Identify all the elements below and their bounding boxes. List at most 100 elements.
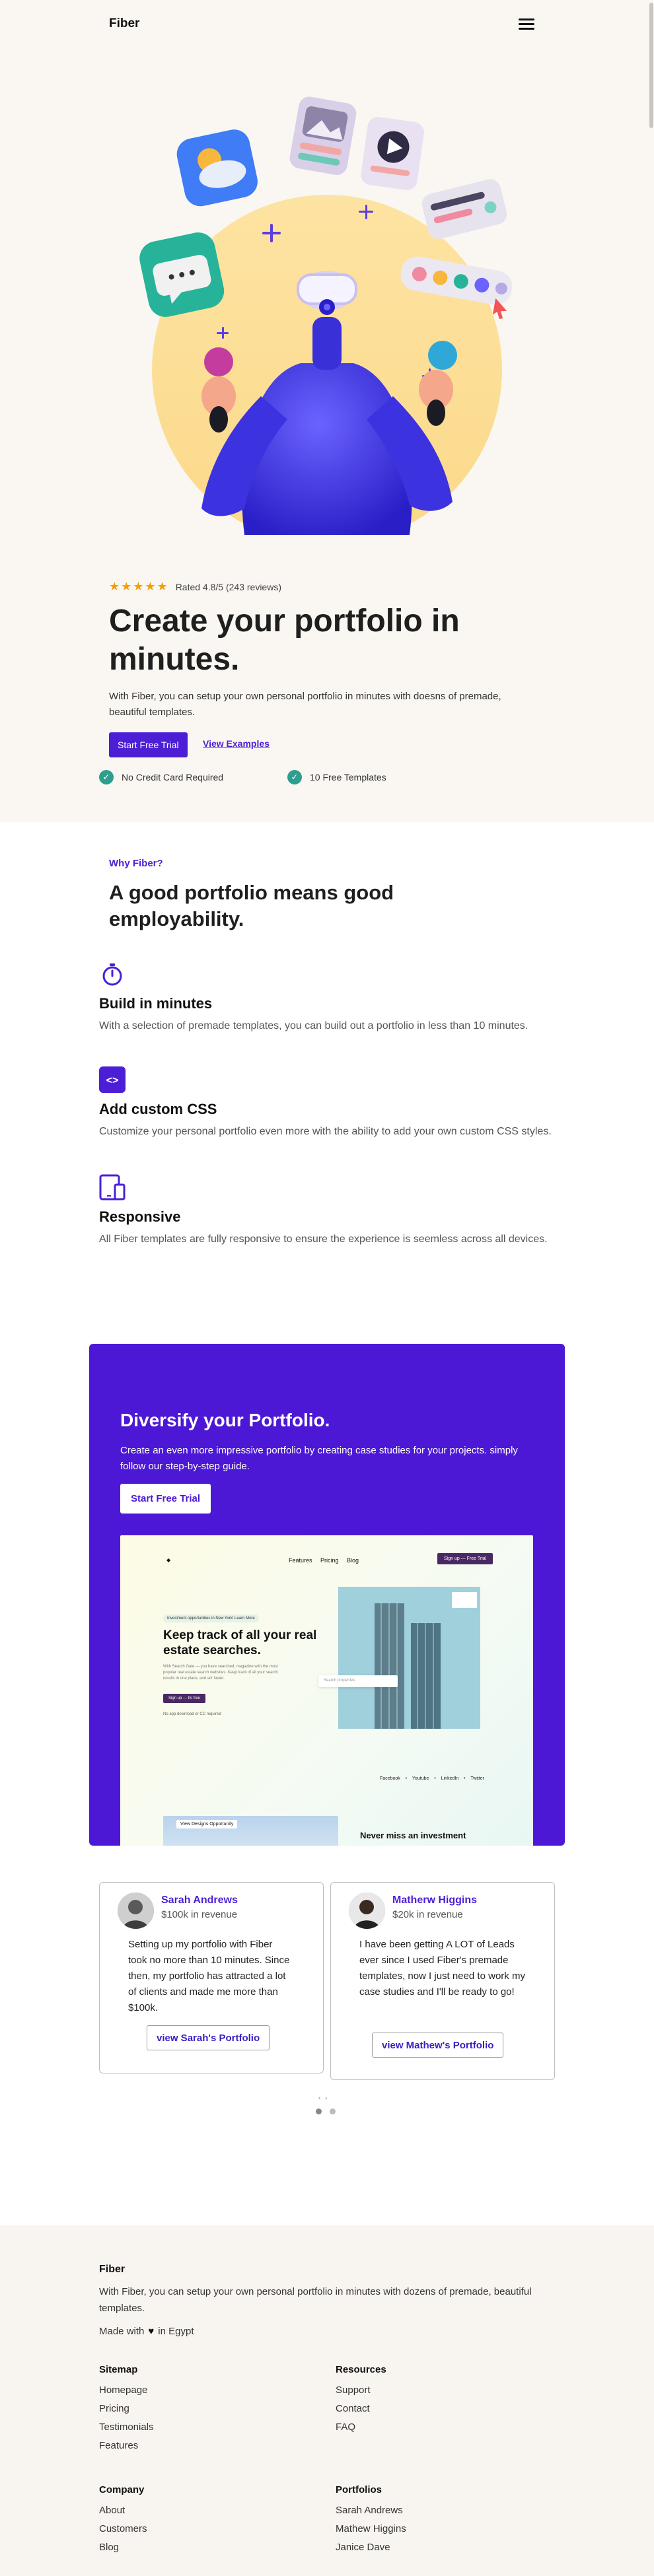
testimonial-revenue: $20k in revenue <box>392 1909 463 1920</box>
feature-title: Add custom CSS <box>99 1101 217 1117</box>
mockup-headline: Keep track of all your real estate searc… <box>163 1628 317 1657</box>
mockup-note: No app download or CC required <box>163 1712 221 1716</box>
hamburger-icon[interactable] <box>519 18 534 30</box>
footer-link[interactable]: Features <box>99 2440 297 2451</box>
testimonial-quote: I have been getting A LOT of Leads ever … <box>359 1939 525 1998</box>
footer-column-company: Company About Customers Blog <box>99 2484 297 2560</box>
mockup-pill: Investment opportunities in New York! Le… <box>163 1615 259 1622</box>
why-section: Why Fiber? A good portfolio means good e… <box>0 822 654 1344</box>
made-prefix: Made with <box>99 2326 145 2337</box>
hero-illustration <box>139 96 513 535</box>
check-label: 10 Free Templates <box>310 772 386 783</box>
feature-text: All Fiber templates are fully responsive… <box>99 1234 548 1245</box>
play-card-icon <box>361 117 424 190</box>
devices-icon <box>99 1174 126 1201</box>
stopwatch-icon <box>99 961 126 987</box>
start-free-trial-button[interactable]: Start Free Trial <box>120 1484 211 1514</box>
view-portfolio-button[interactable]: view Sarah's Portfolio <box>147 2025 270 2050</box>
footer-link[interactable]: Contact <box>336 2403 534 2414</box>
testimonial-card: Matherw Higgins $20k in revenue I have b… <box>330 1882 555 2080</box>
feature-responsive: Responsive All Fiber templates are fully… <box>99 1174 555 1248</box>
testimonial-name[interactable]: Matherw Higgins <box>392 1895 477 1906</box>
cloud-card-icon <box>176 129 258 207</box>
rating: ★★★★★ Rated 4.8/5 (243 reviews) <box>109 580 281 594</box>
heart-icon: ♥ <box>148 2326 155 2337</box>
footer: Fiber With Fiber, you can setup your own… <box>0 2225 654 2576</box>
testimonial-quote: Setting up my portfolio with Fiber took … <box>128 1939 290 2013</box>
scrollbar-thumb[interactable] <box>649 3 653 128</box>
star-rating-icon: ★★★★★ <box>109 580 169 593</box>
footer-brand: Fiber <box>99 2264 126 2275</box>
footer-link[interactable]: Pricing <box>99 2403 297 2414</box>
footer-column-title: Sitemap <box>99 2364 138 2375</box>
testimonial-card: Sarah Andrews $100k in revenue Setting u… <box>99 1882 324 2073</box>
check-label: No Credit Card Required <box>122 772 224 783</box>
footer-column-resources: Resources Support Contact FAQ <box>336 2364 534 2440</box>
made-suffix: in Egypt <box>158 2326 194 2337</box>
testimonial-name[interactable]: Sarah Andrews <box>161 1895 238 1906</box>
carousel-dot[interactable] <box>330 2108 336 2114</box>
avatar <box>118 1893 154 1929</box>
footer-link[interactable]: Customers <box>99 2523 297 2534</box>
mockup-image-badge: View Designs Opportunity <box>176 1820 238 1828</box>
hero-lead: With Fiber, you can setup your own perso… <box>109 691 501 718</box>
top-nav: Fiber <box>0 0 654 49</box>
why-title: A good portfolio means good employabilit… <box>109 881 394 930</box>
portfolio-mockup-screenshot: ◆ Features Pricing Blog Sign up — Free T… <box>120 1535 533 1846</box>
carousel-dots <box>316 2108 336 2114</box>
testimonial-revenue: $100k in revenue <box>161 1909 238 1920</box>
footer-link[interactable]: Homepage <box>99 2385 297 2396</box>
avatar <box>349 1893 385 1929</box>
carousel-arrows-icon[interactable]: ‹ › <box>318 2095 327 2102</box>
scrollbar[interactable] <box>649 0 654 132</box>
mockup-social-links: Facebook • Youtube • LinkedIn • Twitter <box>380 1776 485 1781</box>
check-circle-icon: ✓ <box>287 770 302 784</box>
footer-column-portfolios: Portfolios Sarah Andrews Mathew Higgins … <box>336 2484 534 2560</box>
view-examples-link[interactable]: View Examples <box>203 738 270 749</box>
made-with: Made with ♥ in Egypt <box>99 2326 194 2337</box>
check-circle-icon: ✓ <box>99 770 114 784</box>
diversify-section: Diversify your Portfolio. Create an even… <box>0 1344 654 1882</box>
testimonials-section: Sarah Andrews $100k in revenue Setting u… <box>0 1882 654 2225</box>
settings-card-icon <box>421 179 507 239</box>
start-free-trial-button[interactable]: Start Free Trial <box>109 732 188 757</box>
feature-build: Build in minutes With a selection of pre… <box>99 961 555 1035</box>
footer-column-title: Company <box>99 2484 145 2495</box>
diversify-text: Create an even more impressive portfolio… <box>120 1445 518 1472</box>
footer-link[interactable]: Testimonials <box>99 2421 297 2433</box>
view-portfolio-button[interactable]: view Mathew's Portfolio <box>372 2033 504 2058</box>
mockup-subtext: With Search Gate — you have searched, ma… <box>163 1665 278 1681</box>
feature-text: With a selection of premade templates, y… <box>99 1020 528 1031</box>
chat-card-icon <box>139 232 225 317</box>
footer-column-title: Resources <box>336 2364 386 2375</box>
footer-column-title: Portfolios <box>336 2484 382 2495</box>
footer-link[interactable]: About <box>99 2505 297 2516</box>
diversify-panel: Diversify your Portfolio. Create an even… <box>89 1344 565 1846</box>
hero-section: Fiber ★★★★★ Rated 4.8/5 (243 reviews) Cr… <box>0 0 654 822</box>
code-icon: <> <box>99 1066 126 1093</box>
mockup-button: Sign up — Its free <box>163 1694 206 1703</box>
check-item: ✓ No Credit Card Required <box>99 770 223 784</box>
mockup-nav: ◆ Features Pricing Blog Sign up — Free T… <box>120 1535 533 1564</box>
hero-title: Create your portfolio in minutes. <box>109 604 460 677</box>
check-item: ✓ 10 Free Templates <box>287 770 386 784</box>
footer-description: With Fiber, you can setup your own perso… <box>99 2286 532 2314</box>
mockup-never-heading: Never miss an investment <box>360 1830 466 1840</box>
footer-column-sitemap: Sitemap Homepage Pricing Testimonials Fe… <box>99 2364 297 2458</box>
footer-link[interactable]: FAQ <box>336 2421 534 2433</box>
feature-css: <> Add custom CSS Customize your persona… <box>99 1066 555 1140</box>
diversify-title: Diversify your Portfolio. <box>120 1410 330 1430</box>
footer-link[interactable]: Sarah Andrews <box>336 2505 534 2516</box>
mockup-search: Search properties <box>318 1675 398 1687</box>
footer-link[interactable]: Janice Dave <box>336 2542 534 2553</box>
footer-link[interactable]: Mathew Higgins <box>336 2523 534 2534</box>
brand-logo[interactable]: Fiber <box>109 17 139 31</box>
footer-link[interactable]: Support <box>336 2385 534 2396</box>
why-eyebrow: Why Fiber? <box>109 858 163 869</box>
feature-text: Customize your personal portfolio even m… <box>99 1126 552 1137</box>
feature-title: Build in minutes <box>99 995 213 1012</box>
carousel-dot[interactable] <box>316 2108 322 2114</box>
feature-title: Responsive <box>99 1208 181 1225</box>
mockup-image-card: View Designs Opportunity <box>163 1816 338 1846</box>
footer-link[interactable]: Blog <box>99 2542 297 2553</box>
